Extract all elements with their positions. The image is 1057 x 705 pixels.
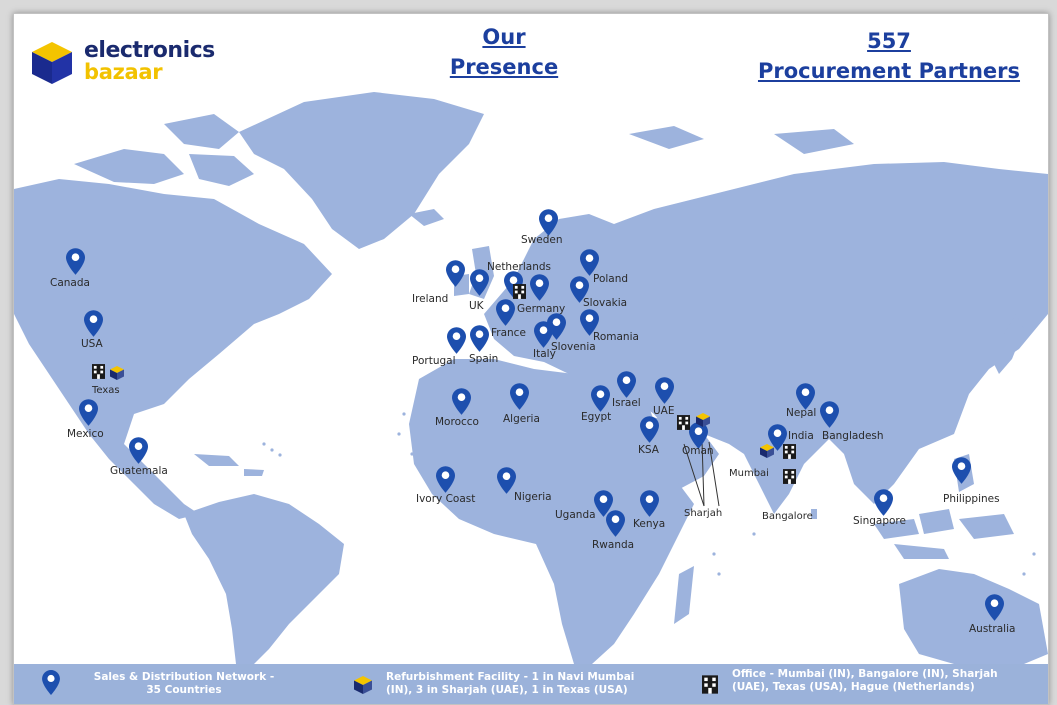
- label-nepal: Nepal: [786, 407, 816, 419]
- label-sweden: Sweden: [521, 234, 563, 246]
- office-building-icon[interactable]: [513, 284, 526, 299]
- label-germany: Germany: [517, 303, 565, 315]
- label-nigeria: Nigeria: [514, 491, 552, 503]
- label-bangladesh: Bangladesh: [822, 430, 884, 442]
- presence-map-slide: Canada USA Texas Mexico Guatemala Sweden…: [13, 13, 1049, 705]
- label-kenya: Kenya: [633, 518, 665, 530]
- office-building-icon[interactable]: [783, 444, 796, 459]
- legend-sales-line2: 35 Countries: [146, 684, 222, 696]
- office-building-icon: [702, 675, 718, 694]
- legend-office-line2: (UAE), Texas (USA), Hague (Netherlands): [732, 681, 975, 693]
- label-bangalore: Bangalore: [762, 511, 813, 522]
- label-philippines: Philippines: [943, 493, 1000, 505]
- legend-refurb-line2: (IN), 3 in Sharjah (UAE), 1 in Texas (US…: [386, 684, 628, 696]
- logo-cube-icon: [32, 42, 72, 84]
- label-canada: Canada: [50, 277, 90, 289]
- refurbishment-cube-icon: [354, 676, 372, 694]
- office-building-icon[interactable]: [92, 364, 105, 379]
- label-australia: Australia: [969, 623, 1015, 635]
- label-israel: Israel: [612, 397, 641, 409]
- label-egypt: Egypt: [581, 411, 611, 423]
- label-ksa: KSA: [638, 444, 660, 456]
- label-morocco: Morocco: [435, 416, 479, 428]
- label-mexico: Mexico: [67, 428, 104, 440]
- label-uae: UAE: [653, 405, 675, 417]
- logo-text-bazaar: bazaar: [84, 60, 163, 84]
- legend-sales-line1: Sales & Distribution Network -: [93, 671, 275, 683]
- presence-line-1: Our: [482, 25, 526, 49]
- legend-refurbishment: Refurbishment Facility - 1 in Navi Mumba…: [354, 668, 684, 702]
- label-usa: USA: [81, 338, 104, 350]
- label-ireland: Ireland: [412, 293, 448, 305]
- partners-count: 557: [867, 29, 911, 53]
- label-guatemala: Guatemala: [110, 465, 168, 477]
- office-building-icon[interactable]: [677, 415, 690, 430]
- label-uk: UK: [469, 300, 485, 312]
- legend-bar: Sales & Distribution Network - 35 Countr…: [14, 664, 1048, 704]
- legend-sales: Sales & Distribution Network - 35 Countr…: [42, 668, 302, 702]
- legend-office: Office - Mumbai (IN), Bangalore (IN), Sh…: [702, 668, 1042, 702]
- legend-refurb-line1: Refurbishment Facility - 1 in Navi Mumba…: [386, 671, 635, 683]
- label-spain: Spain: [469, 353, 498, 365]
- label-romania: Romania: [593, 331, 639, 343]
- label-india: India: [788, 430, 814, 442]
- our-presence-title[interactable]: Our Presence: [434, 22, 574, 82]
- label-singapore: Singapore: [853, 515, 906, 527]
- world-map: Canada USA Texas Mexico Guatemala Sweden…: [14, 92, 1048, 664]
- label-slovenia: Slovenia: [551, 341, 596, 353]
- procurement-partners-title[interactable]: 557 Procurement Partners: [744, 26, 1034, 86]
- partners-label: Procurement Partners: [757, 59, 1021, 83]
- label-sharjah: Sharjah: [684, 508, 722, 519]
- label-poland: Poland: [593, 273, 628, 285]
- map-pin-icon: [42, 670, 60, 695]
- label-slovakia: Slovakia: [583, 297, 627, 309]
- label-oman: Oman: [682, 445, 714, 457]
- label-ivory-coast: Ivory Coast: [416, 493, 475, 505]
- label-portugal: Portugal: [412, 355, 456, 367]
- map-pin-icon[interactable]: [447, 327, 466, 354]
- electronics-bazaar-logo[interactable]: electronics bazaar: [32, 38, 222, 88]
- label-netherlands: Netherlands: [487, 261, 551, 273]
- office-building-icon[interactable]: [783, 469, 796, 484]
- map-pin-icon[interactable]: [470, 325, 489, 352]
- label-uganda: Uganda: [555, 509, 596, 521]
- label-france: France: [491, 327, 526, 339]
- presence-line-2: Presence: [449, 55, 559, 79]
- label-mumbai: Mumbai: [729, 468, 769, 479]
- legend-office-line1: Office - Mumbai (IN), Bangalore (IN), Sh…: [732, 668, 998, 680]
- label-algeria: Algeria: [503, 413, 540, 425]
- map-pin-icon[interactable]: [874, 489, 893, 516]
- label-texas: Texas: [91, 385, 120, 396]
- label-rwanda: Rwanda: [592, 539, 634, 551]
- land-masses: [14, 92, 1048, 664]
